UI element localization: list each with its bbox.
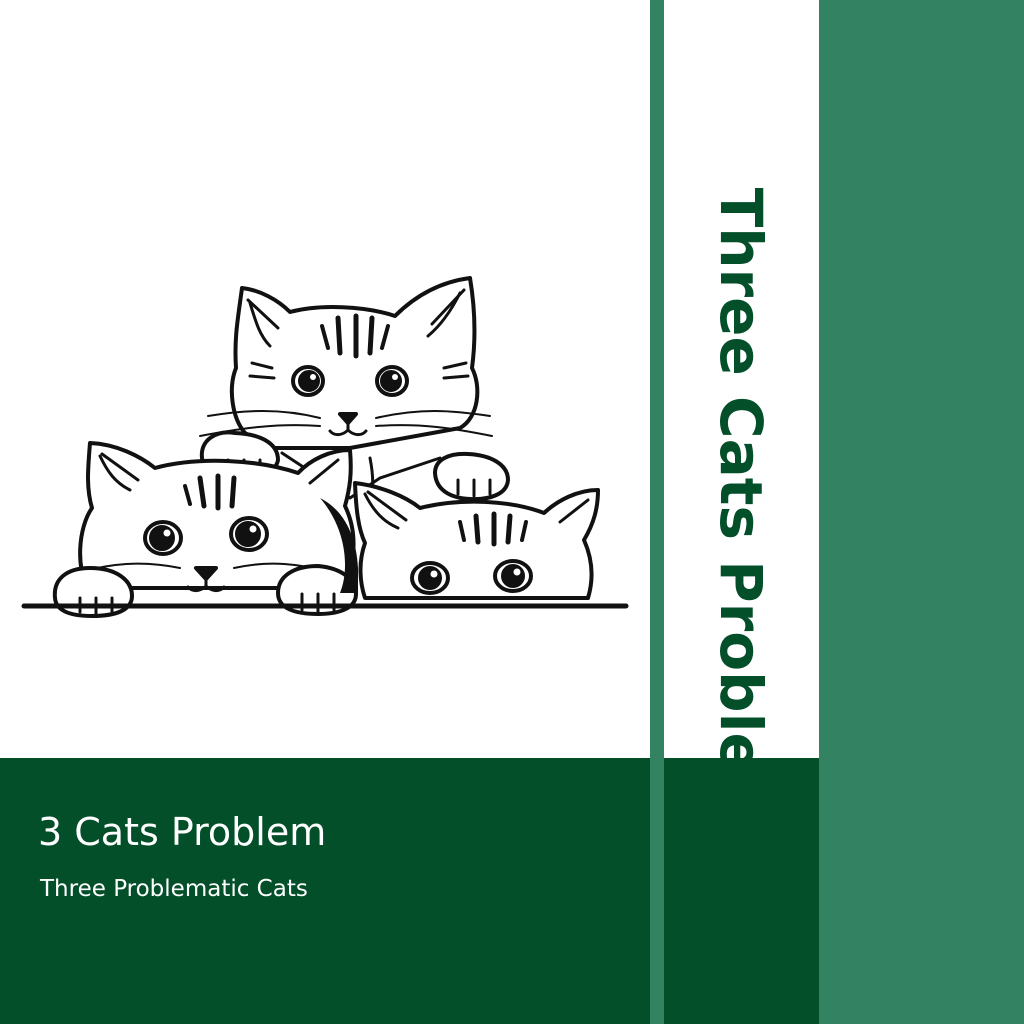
three-kittens-icon xyxy=(21,276,629,618)
spine-divider-stripe xyxy=(650,0,664,1024)
back-cover-block xyxy=(819,0,1024,1024)
book-cover: Three Cats Problem 3 Cats Problem Three … xyxy=(0,0,1024,1024)
left-kitten xyxy=(52,441,358,618)
cover-subtitle: Three Problematic Cats xyxy=(40,876,308,902)
spine-title: Three Cats Problem xyxy=(707,187,775,833)
cover-title: 3 Cats Problem xyxy=(38,810,327,854)
right-kitten xyxy=(353,481,600,600)
